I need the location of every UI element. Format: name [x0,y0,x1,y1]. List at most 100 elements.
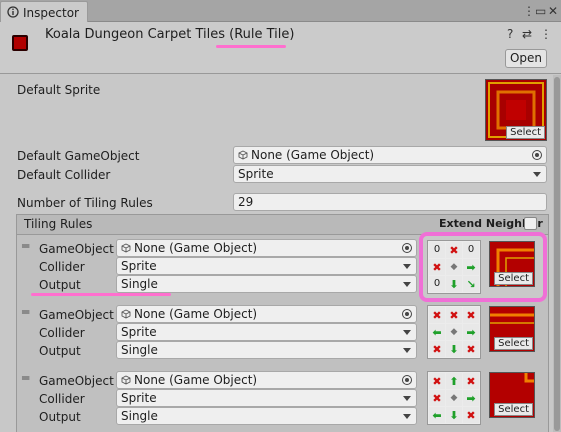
default-collider-label: Default Collider [17,168,111,182]
transform-center-icon[interactable]: ◆ [446,259,462,275]
rule-gameobject-value: None (Game Object) [134,373,258,387]
num-tiling-rules-value: 29 [238,195,254,209]
rule-output-dropdown[interactable]: Single [116,341,417,359]
neighbor-cell-not-this-icon[interactable]: ✖ [463,407,479,423]
highlight-underline-type [216,45,286,48]
arrow-down-icon[interactable]: ⬇ [446,341,462,357]
rule-gameobject-label: GameObject [39,374,114,388]
object-picker-icon[interactable] [532,150,542,160]
neighbor-rule-grid[interactable]: ✖ ⬆ ✖ ✖ ◆ ➡ ⬅ ⬇ ✖ [427,371,481,425]
rule-output-dropdown[interactable]: Single [116,407,417,425]
neighbor-cell-not-this-icon[interactable]: ✖ [429,390,445,406]
rule-collider-dropdown[interactable]: Sprite [116,257,417,275]
scrollbar-thumb[interactable] [554,77,560,431]
rule-collider-dropdown[interactable]: Sprite [116,323,417,341]
chevron-down-icon [403,264,411,269]
drag-handle-icon[interactable]: ═ [22,239,29,253]
scrollbar[interactable] [553,75,561,432]
default-gameobject-value: None (Game Object) [251,148,375,162]
default-collider-dropdown[interactable]: Sprite [233,165,547,183]
rule-sprite-select[interactable]: Select [494,337,533,350]
extend-neighbor-checkbox[interactable] [524,217,537,230]
arrow-down-icon[interactable]: ⬇ [446,407,462,423]
neighbor-rule-grid[interactable]: ✖ ✖ ✖ ⬅ ◆ ➡ ✖ ⬇ ✖ [427,305,481,359]
rule-collider-label: Collider [39,260,85,274]
rule-sprite-preview[interactable]: Select [489,306,535,352]
more-options-icon[interactable]: ⋮ [540,27,552,41]
neighbor-cell-not-this-icon[interactable]: ✖ [463,373,479,389]
default-sprite-select[interactable]: Select [506,126,545,139]
neighbor-cell-not-this-icon[interactable]: ✖ [429,373,445,389]
rule-output-label: Output [39,410,81,424]
transform-center-icon[interactable]: ◆ [446,390,462,406]
transform-center-icon[interactable]: ◆ [446,324,462,340]
drag-handle-icon[interactable]: ═ [22,305,29,319]
rule-collider-value: Sprite [121,325,157,339]
arrow-right-icon[interactable]: ➡ [463,259,479,275]
neighbor-cell-not-this-icon[interactable]: ✖ [429,341,445,357]
close-icon[interactable]: ✕ [548,4,558,18]
neighbor-cell[interactable]: 0 [429,276,445,292]
preset-icon[interactable]: ⇄ [522,27,532,41]
rule-sprite-select[interactable]: Select [494,272,533,285]
tab-inspector[interactable]: Inspector [0,1,88,22]
kebab-menu-icon[interactable]: ⋮ [523,4,535,18]
chevron-down-icon [533,172,541,177]
arrow-left-icon[interactable]: ⬅ [429,407,445,423]
default-sprite-label: Default Sprite [17,83,101,97]
neighbor-cell[interactable]: 0 [429,242,445,258]
rule-output-value: Single [121,277,158,291]
rule-collider-value: Sprite [121,259,157,273]
maximize-icon[interactable]: ▭ [535,4,546,18]
tiling-rules-title: Tiling Rules [24,217,93,231]
rule-gameobject-field[interactable]: None (Game Object) [116,239,417,257]
cube-icon [121,243,131,253]
rule-output-label: Output [39,344,81,358]
rule-output-dropdown[interactable]: Single [116,275,417,293]
chevron-down-icon [403,282,411,287]
num-tiling-rules-label: Number of Tiling Rules [17,196,153,210]
neighbor-cell-not-this-icon[interactable]: ✖ [429,259,445,275]
rule-collider-label: Collider [39,326,85,340]
asset-title: Koala Dungeon Carpet Tiles (Rule Tile) [45,27,294,42]
rule-output-value: Single [121,343,158,357]
arrow-down-icon[interactable]: ⬇ [446,276,462,292]
inspector-header: Koala Dungeon Carpet Tiles (Rule Tile) ?… [0,22,561,74]
rule-gameobject-label: GameObject [39,308,114,322]
neighbor-cell[interactable]: 0 [463,242,479,258]
chevron-down-icon [403,414,411,419]
neighbor-cell-not-this-icon[interactable]: ✖ [463,341,479,357]
num-tiling-rules-input[interactable]: 29 [233,193,547,211]
default-gameobject-field[interactable]: None (Game Object) [233,146,547,164]
rule-output-value: Single [121,409,158,423]
neighbor-cell-not-this-icon[interactable]: ✖ [429,307,445,323]
help-icon[interactable]: ? [507,27,513,41]
arrow-left-icon[interactable]: ⬅ [429,324,445,340]
arrow-right-icon[interactable]: ➡ [463,390,479,406]
rule-gameobject-label: GameObject [39,242,114,256]
neighbor-cell-not-this-icon[interactable]: ✖ [446,242,462,258]
highlight-underline-output [31,293,171,296]
rule-tile-icon [12,35,28,51]
rule-gameobject-value: None (Game Object) [134,307,258,321]
neighbor-cell-not-this-icon[interactable]: ✖ [463,307,479,323]
object-picker-icon[interactable] [402,243,412,253]
arrow-down-right-icon[interactable]: ↘ [463,276,479,292]
rule-gameobject-field[interactable]: None (Game Object) [116,371,417,389]
rule-gameobject-field[interactable]: None (Game Object) [116,305,417,323]
rule-sprite-preview[interactable]: Select [489,241,535,287]
object-picker-icon[interactable] [402,375,412,385]
neighbor-cell-not-this-icon[interactable]: ✖ [446,307,462,323]
arrow-right-icon[interactable]: ➡ [463,324,479,340]
default-sprite-preview[interactable]: Select [485,79,547,141]
arrow-up-icon[interactable]: ⬆ [446,373,462,389]
rule-collider-label: Collider [39,392,85,406]
neighbor-rule-grid[interactable]: 0 ✖ 0 ✖ ◆ ➡ 0 ⬇ ↘ [427,240,481,294]
open-button[interactable]: Open [505,49,547,68]
rule-sprite-preview[interactable]: Select [489,372,535,418]
tab-bar: Inspector ⋮ ▭ ✕ [0,0,561,22]
rule-sprite-select[interactable]: Select [494,403,533,416]
object-picker-icon[interactable] [402,309,412,319]
drag-handle-icon[interactable]: ═ [22,371,29,385]
rule-collider-dropdown[interactable]: Sprite [116,389,417,407]
